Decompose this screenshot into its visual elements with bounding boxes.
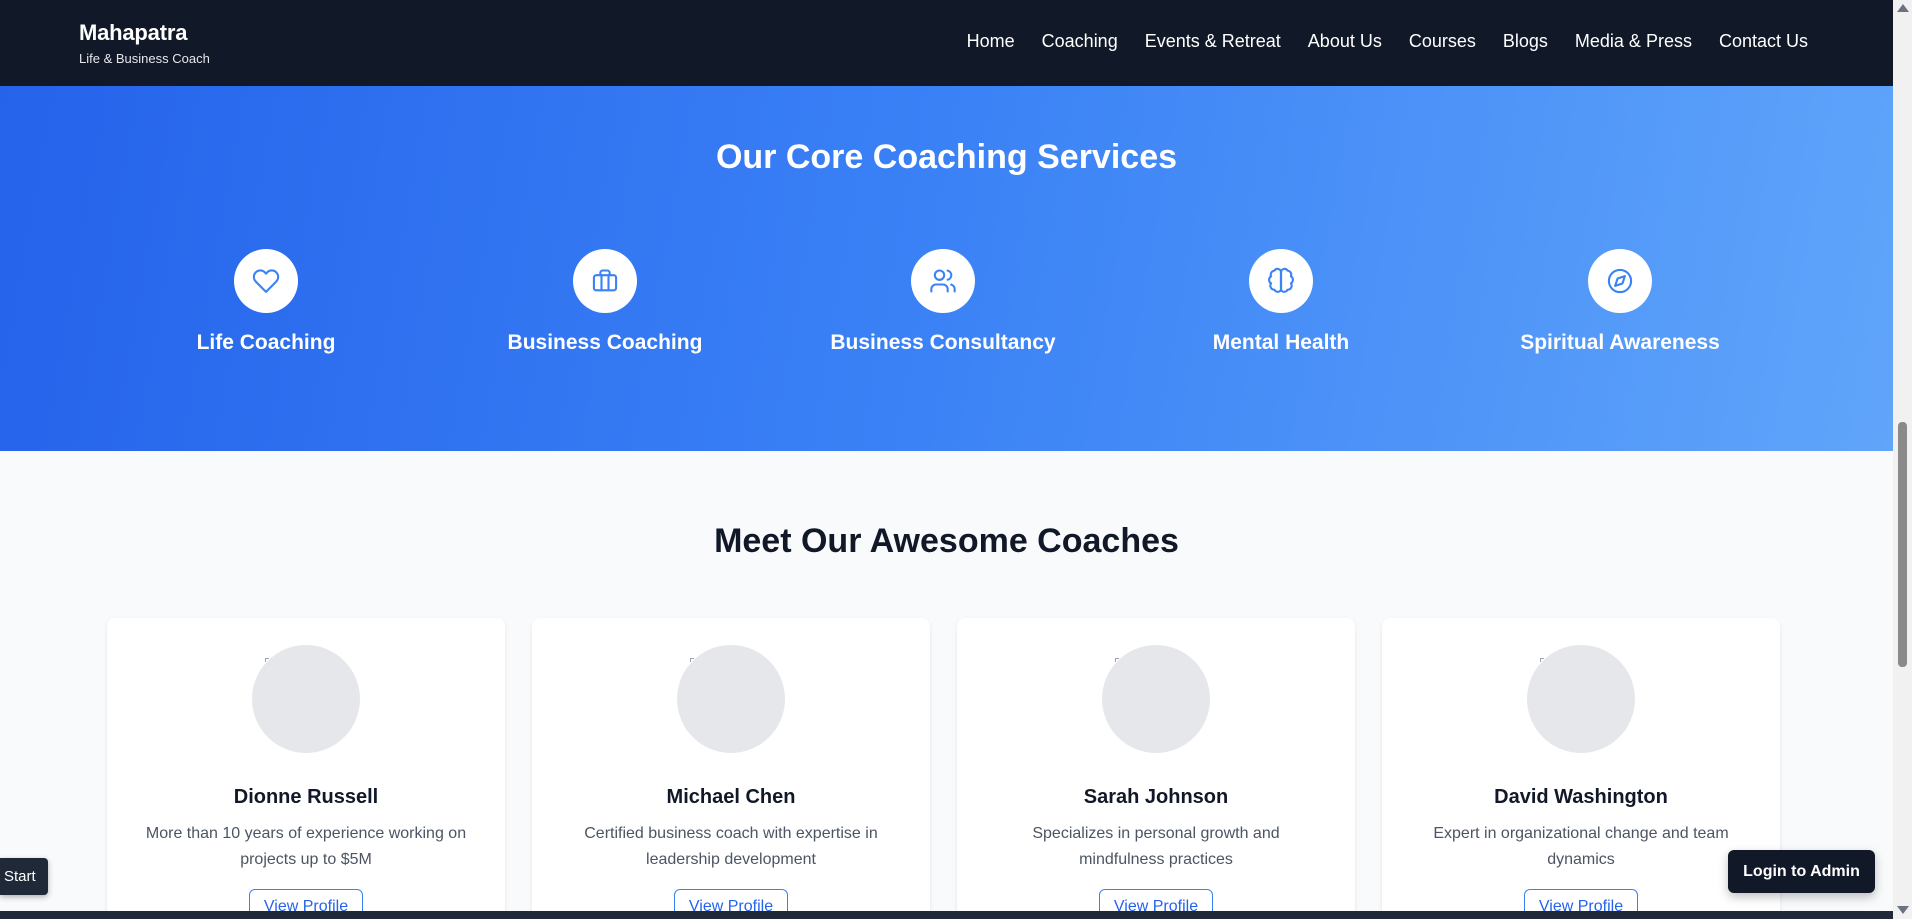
start-button[interactable]: Start: [0, 858, 48, 895]
nav-events-retreat[interactable]: Events & Retreat: [1145, 31, 1281, 52]
service-business-coaching[interactable]: Business Coaching: [455, 249, 755, 355]
nav-coaching[interactable]: Coaching: [1042, 31, 1118, 52]
page: Mahapatra Life & Business Coach Home Coa…: [0, 0, 1893, 919]
bottom-bar: [0, 911, 1893, 919]
heart-icon: [234, 249, 298, 313]
avatar: [1527, 645, 1635, 753]
login-to-admin-button[interactable]: Login to Admin: [1728, 850, 1875, 893]
brand-tagline: Life & Business Coach: [79, 51, 210, 66]
service-mental-health[interactable]: Mental Health: [1131, 249, 1431, 355]
services-title: Our Core Coaching Services: [715, 138, 1178, 176]
service-business-consultancy[interactable]: Business Consultancy: [793, 249, 1093, 355]
compass-icon: [1588, 249, 1652, 313]
service-label: Spiritual Awareness: [1520, 331, 1720, 354]
service-label: Business Consultancy: [830, 331, 1056, 354]
service-spiritual-awareness[interactable]: Spiritual Awareness: [1470, 249, 1770, 355]
service-label: Business Coaching: [507, 331, 703, 354]
scrollbar-thumb[interactable]: [1898, 422, 1907, 667]
coach-description: Specializes in personal growth and mindf…: [1032, 825, 1280, 868]
nav-contact-us[interactable]: Contact Us: [1719, 31, 1808, 52]
users-icon: [911, 249, 975, 313]
nav-media-press[interactable]: Media & Press: [1575, 31, 1692, 52]
coach-name: Michael Chen: [666, 786, 796, 808]
coach-description: Expert in organizational change and team…: [1433, 825, 1729, 868]
coach-name: Dionne Russell: [233, 786, 379, 808]
brand-name[interactable]: Mahapatra: [79, 20, 210, 46]
avatar: [252, 645, 360, 753]
main-nav: Home Coaching Events & Retreat About Us …: [940, 31, 1808, 52]
nav-home[interactable]: Home: [967, 31, 1015, 52]
vertical-scrollbar[interactable]: [1893, 0, 1912, 919]
coach-name: David Washington: [1494, 786, 1668, 808]
services-section: Our Core Coaching Services Life Coaching…: [0, 86, 1893, 451]
coach-card: Michael Chen Certified business coach wi…: [532, 618, 930, 919]
coach-name: Sarah Johnson: [1083, 786, 1229, 808]
nav-blogs[interactable]: Blogs: [1503, 31, 1548, 52]
service-label: Life Coaching: [196, 331, 336, 354]
coach-description: Certified business coach with expertise …: [584, 825, 878, 868]
briefcase-icon: [573, 249, 637, 313]
brain-icon: [1249, 249, 1313, 313]
avatar: [1102, 645, 1210, 753]
nav-courses[interactable]: Courses: [1409, 31, 1476, 52]
coach-card: Dionne Russell More than 10 years of exp…: [107, 618, 505, 919]
coach-card: David Washington Expert in organizationa…: [1382, 618, 1780, 919]
coach-description: More than 10 years of experience working…: [145, 825, 467, 868]
site-header: Mahapatra Life & Business Coach Home Coa…: [0, 0, 1893, 86]
coaches-title: Meet Our Awesome Coaches: [714, 522, 1179, 560]
service-label: Mental Health: [1212, 331, 1350, 354]
brand[interactable]: Mahapatra Life & Business Coach: [79, 20, 210, 66]
scroll-up-arrow-icon[interactable]: [1897, 4, 1909, 12]
avatar: [677, 645, 785, 753]
coach-card: Sarah Johnson Specializes in personal gr…: [957, 618, 1355, 919]
service-life-coaching[interactable]: Life Coaching: [116, 249, 416, 355]
nav-about-us[interactable]: About Us: [1308, 31, 1382, 52]
scroll-down-arrow-icon[interactable]: [1897, 906, 1909, 914]
